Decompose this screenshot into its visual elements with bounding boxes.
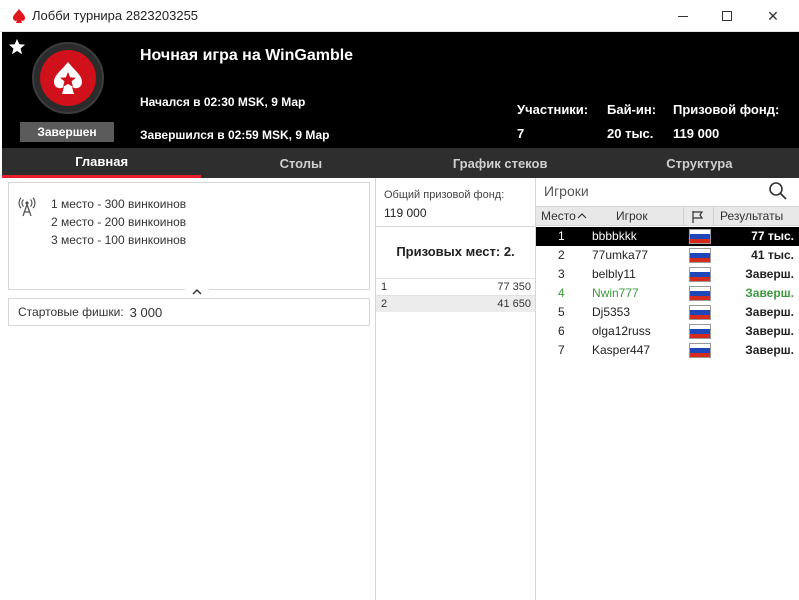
prize-pool-value: 119 000 (673, 126, 720, 141)
window-title: Лобби турнира 2823203255 (32, 8, 199, 23)
prize-line-2: 2 место - 200 винкоинов (51, 215, 187, 229)
status-badge: Завершен (20, 122, 114, 142)
starting-chips: Стартовые фишки: 3 000 (8, 298, 370, 326)
player-name: Dj5353 (592, 305, 631, 319)
player-row[interactable]: 1 bbbbkkk 77 тыс. (536, 227, 799, 246)
player-row[interactable]: 6 olga12russ Заверш. (536, 322, 799, 341)
maximize-icon (722, 11, 732, 21)
chevron-up-icon (192, 289, 202, 295)
russia-flag-icon (689, 248, 711, 263)
player-name: olga12russ (592, 324, 651, 338)
prize-line-1: 1 место - 300 винкоинов (51, 197, 187, 211)
column-player[interactable]: Игрок (616, 209, 648, 223)
player-row[interactable]: 5 Dj5353 Заверш. (536, 303, 799, 322)
sort-chevron-up-icon (577, 213, 587, 219)
collapse-button[interactable] (185, 286, 209, 298)
russia-flag-icon (689, 229, 711, 244)
participants-label: Участники: (517, 102, 589, 117)
participants-value: 7 (517, 126, 525, 141)
broadcast-tower-icon (18, 197, 36, 217)
player-name: Nwin777 (592, 286, 639, 300)
prize-info-box: 1 место - 300 винкоинов 2 место - 200 ви… (8, 182, 370, 298)
tournament-name: Ночная игра на WinGamble (140, 47, 354, 64)
total-pool-value: 119 000 (384, 206, 427, 220)
start-time: Начался в 02:30 MSK, 9 Мар (140, 95, 306, 109)
russia-flag-icon (689, 267, 711, 282)
player-result: Заверш. (745, 343, 794, 357)
tab-structure[interactable]: Структура (600, 148, 799, 178)
player-result: Заверш. (745, 305, 794, 319)
player-name: belbly11 (592, 267, 636, 281)
favorite-star-icon[interactable] (8, 38, 26, 56)
player-place: 6 (558, 324, 565, 338)
player-result: Заверш. (745, 267, 794, 281)
pokerstars-spade-icon (13, 9, 25, 23)
prize-line-3: 3 место - 100 винкоинов (51, 233, 187, 247)
column-results[interactable]: Результаты (720, 209, 783, 223)
russia-flag-icon (689, 286, 711, 301)
player-name: Kasper447 (592, 343, 651, 357)
starting-chips-value: 3 000 (129, 304, 163, 320)
info-panel: 1 место - 300 винкоинов 2 место - 200 ви… (2, 178, 376, 600)
russia-flag-icon (689, 305, 711, 320)
end-time: Завершился в 02:59 MSK, 9 Мар (140, 128, 330, 142)
player-result: 77 тыс. (751, 229, 794, 243)
tab-main[interactable]: Главная (2, 148, 202, 178)
divider (376, 226, 535, 227)
tab-tables[interactable]: Столы (201, 148, 400, 178)
column-place[interactable]: Место (541, 209, 587, 223)
player-row[interactable]: 7 Kasper447 Заверш. (536, 341, 799, 360)
paid-places: Призовых мест: 2. (396, 244, 515, 259)
starting-chips-label: Стартовые фишки: (18, 305, 124, 319)
player-row[interactable]: 2 77umka77 41 тыс. (536, 246, 799, 265)
player-place: 7 (558, 343, 565, 357)
tournament-logo (32, 42, 104, 114)
player-row[interactable]: 4 Nwin777 Заверш. (536, 284, 799, 303)
player-place: 2 (558, 248, 565, 262)
player-result: Заверш. (745, 324, 794, 338)
tab-stack-chart[interactable]: График стеков (401, 148, 600, 178)
column-flag[interactable] (691, 210, 705, 227)
flag-icon (692, 211, 704, 223)
player-place: 3 (558, 267, 565, 281)
payout-row: 2 41 650 (376, 295, 535, 312)
total-pool-label: Общий призовой фонд: (384, 189, 505, 201)
player-place: 1 (558, 229, 565, 243)
buyin-value: 20 тыс. (607, 126, 654, 141)
payout-place: 2 (381, 298, 388, 310)
search-icon[interactable] (768, 181, 788, 201)
buyin-label: Бай-ин: (607, 102, 657, 117)
player-name: 77umka77 (592, 248, 649, 262)
title-bar: Лобби турнира 2823203255 ✕ (0, 0, 799, 32)
payout-amount: 77 350 (497, 281, 531, 293)
payout-amount: 41 650 (497, 298, 531, 310)
payout-place: 1 (381, 281, 388, 293)
player-place: 4 (558, 286, 565, 300)
tab-bar: Главная Столы График стеков Структура (2, 148, 799, 178)
spade-star-icon (54, 62, 82, 94)
player-place: 5 (558, 305, 565, 319)
player-result: Заверш. (745, 286, 794, 300)
russia-flag-icon (689, 343, 711, 358)
players-panel: Игроки Место Игрок Результаты 1 bbbbkkk 77… (536, 178, 799, 600)
close-button[interactable]: ✕ (750, 0, 796, 32)
close-icon: ✕ (767, 7, 779, 24)
prize-pool-label: Призовой фонд: (673, 102, 780, 117)
payout-row: 1 77 350 (376, 278, 535, 295)
prize-list: 1 место - 300 винкоинов 2 место - 200 ви… (51, 195, 186, 249)
player-result: 41 тыс. (751, 248, 794, 262)
russia-flag-icon (689, 324, 711, 339)
main-content: 1 место - 300 винкоинов 2 место - 200 ви… (2, 178, 799, 600)
player-row[interactable]: 3 belbly11 Заверш. (536, 265, 799, 284)
players-table-header: Место Игрок Результаты (536, 206, 799, 226)
maximize-button[interactable] (704, 0, 750, 32)
minimize-icon (678, 15, 688, 17)
tournament-header: Завершен Ночная игра на WinGamble Началс… (2, 32, 799, 148)
players-title: Игроки (544, 183, 589, 199)
minimize-button[interactable] (660, 0, 706, 32)
payout-panel: Общий призовой фонд: 119 000 Призовых ме… (376, 178, 536, 600)
player-name: bbbbkkk (592, 229, 637, 243)
